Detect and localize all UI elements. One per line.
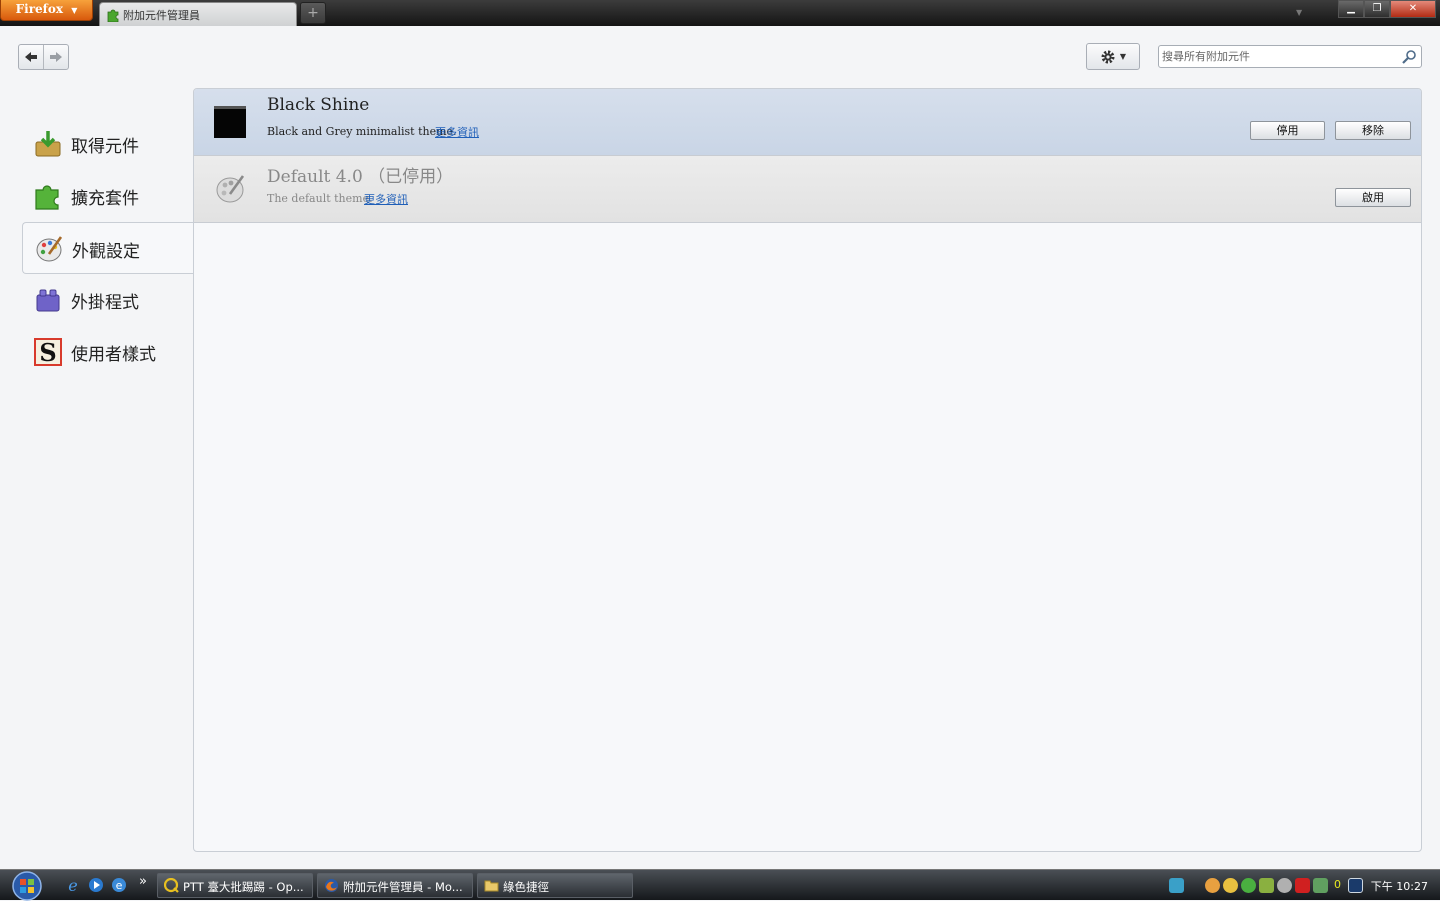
- svg-text:e: e: [68, 876, 77, 894]
- language-bar-icon[interactable]: [1348, 878, 1363, 893]
- category-get-addons[interactable]: 取得元件: [22, 118, 194, 170]
- network-icon[interactable]: [1277, 878, 1292, 893]
- search-icon[interactable]: [1401, 49, 1417, 65]
- sync-icon[interactable]: [1313, 878, 1328, 893]
- new-tab-button[interactable]: +: [300, 2, 326, 24]
- title-bar: Firefox ▼ 附加元件管理員 + ▼ ▁ ❐ ✕: [0, 0, 1440, 26]
- chevron-down-icon: ▼: [71, 5, 78, 15]
- palette-icon: [216, 175, 245, 203]
- firefox-icon: [325, 879, 338, 892]
- download-box-icon: [35, 131, 61, 157]
- maximize-button[interactable]: ❐: [1364, 0, 1390, 18]
- task-label: 附加元件管理員 - Mo...: [343, 880, 463, 894]
- chevron-down-icon: ▼: [1119, 52, 1127, 61]
- enable-button[interactable]: 啟用: [1335, 188, 1411, 207]
- clock[interactable]: 下午 10:27: [1371, 878, 1428, 894]
- addon-item[interactable]: Default 4.0 （已停用） The default theme. 更多資…: [194, 156, 1421, 223]
- addon-item[interactable]: Black Shine Black and Grey minimalist th…: [194, 89, 1421, 156]
- browser-shortcut-icon[interactable]: e: [110, 876, 128, 894]
- addon-list: Black Shine Black and Grey minimalist th…: [193, 88, 1422, 852]
- system-tray: 0 下午 10:27: [1165, 870, 1440, 901]
- addon-description: The default theme.: [267, 192, 373, 205]
- palette-icon: [36, 236, 63, 262]
- window-controls: ▁ ❐ ✕: [1338, 0, 1436, 18]
- opera-icon: [164, 878, 179, 893]
- messenger-icon[interactable]: [1205, 878, 1220, 893]
- svg-text:e: e: [116, 879, 123, 892]
- more-info-link[interactable]: 更多資訊: [435, 124, 479, 140]
- firefox-menu-button[interactable]: Firefox ▼: [0, 0, 93, 21]
- category-label: 取得元件: [71, 137, 139, 157]
- addon-name: Black Shine: [267, 95, 370, 115]
- app-tray-icon[interactable]: [1259, 878, 1274, 893]
- arrow-left-icon: [24, 52, 37, 62]
- ime-icon[interactable]: [1169, 878, 1184, 893]
- quicklaunch-more-icon[interactable]: »: [139, 874, 147, 889]
- taskbar: e e » PTT 臺大批踢踢 - Op... 附加元件管理員 - Mo... …: [0, 869, 1440, 901]
- addon-description: Black and Grey minimalist theme.: [267, 125, 457, 138]
- remove-button[interactable]: 移除: [1335, 121, 1411, 140]
- puzzle-piece-icon: [35, 185, 59, 210]
- arrow-right-icon: [49, 52, 62, 62]
- antivirus-icon[interactable]: [1295, 878, 1310, 893]
- category-plugins[interactable]: 外掛程式: [22, 274, 194, 326]
- close-button[interactable]: ✕: [1390, 0, 1436, 18]
- internet-explorer-icon[interactable]: e: [64, 876, 82, 894]
- forward-button[interactable]: [44, 45, 68, 69]
- addon-name: Default 4.0 （已停用）: [267, 167, 454, 187]
- firefox-menu-label: Firefox: [15, 2, 63, 16]
- user-status-icon[interactable]: [1241, 878, 1256, 893]
- tray-counter: 0: [1334, 878, 1341, 891]
- task-label: 綠色捷徑: [503, 880, 549, 894]
- minimize-button[interactable]: ▁: [1338, 0, 1364, 18]
- task-label: PTT 臺大批踢踢 - Op...: [183, 880, 304, 894]
- category-label: 擴充套件: [71, 189, 139, 209]
- taskbar-task-folder[interactable]: 綠色捷徑: [477, 873, 633, 898]
- taskbar-task-opera[interactable]: PTT 臺大批踢踢 - Op...: [157, 873, 313, 898]
- category-label: 外掛程式: [71, 293, 139, 313]
- back-button[interactable]: [19, 45, 44, 69]
- search-input[interactable]: [1162, 48, 1394, 65]
- lego-block-icon: [36, 289, 60, 312]
- tools-menu-button[interactable]: ▼: [1086, 43, 1140, 70]
- category-list: 取得元件 擴充套件 外觀設定 外掛程式 S 使用者樣式: [22, 118, 194, 378]
- emoticon-icon[interactable]: [1223, 878, 1238, 893]
- category-themes[interactable]: 外觀設定: [22, 222, 194, 274]
- gear-icon: [1101, 50, 1115, 63]
- search-box: [1158, 45, 1422, 68]
- stylish-s-icon: S: [34, 338, 62, 367]
- media-player-icon[interactable]: [87, 876, 105, 894]
- svg-text:S: S: [39, 338, 56, 367]
- list-all-tabs-icon[interactable]: ▼: [1296, 8, 1302, 17]
- disable-button[interactable]: 停用: [1250, 121, 1325, 140]
- category-label: 使用者樣式: [71, 345, 156, 365]
- folder-icon: [484, 880, 499, 892]
- more-info-link[interactable]: 更多資訊: [364, 191, 408, 207]
- black-square-theme-icon: [214, 106, 246, 138]
- tab-title: 附加元件管理員: [123, 9, 200, 22]
- windows-start-button[interactable]: [8, 870, 46, 901]
- tab-addons-manager[interactable]: 附加元件管理員: [99, 2, 297, 26]
- puzzle-piece-icon: [107, 9, 119, 22]
- category-user-styles[interactable]: S 使用者樣式: [22, 326, 194, 378]
- category-extensions[interactable]: 擴充套件: [22, 170, 194, 222]
- history-nav: [18, 44, 69, 70]
- taskbar-task-firefox[interactable]: 附加元件管理員 - Mo...: [317, 873, 473, 898]
- category-label: 外觀設定: [72, 242, 140, 262]
